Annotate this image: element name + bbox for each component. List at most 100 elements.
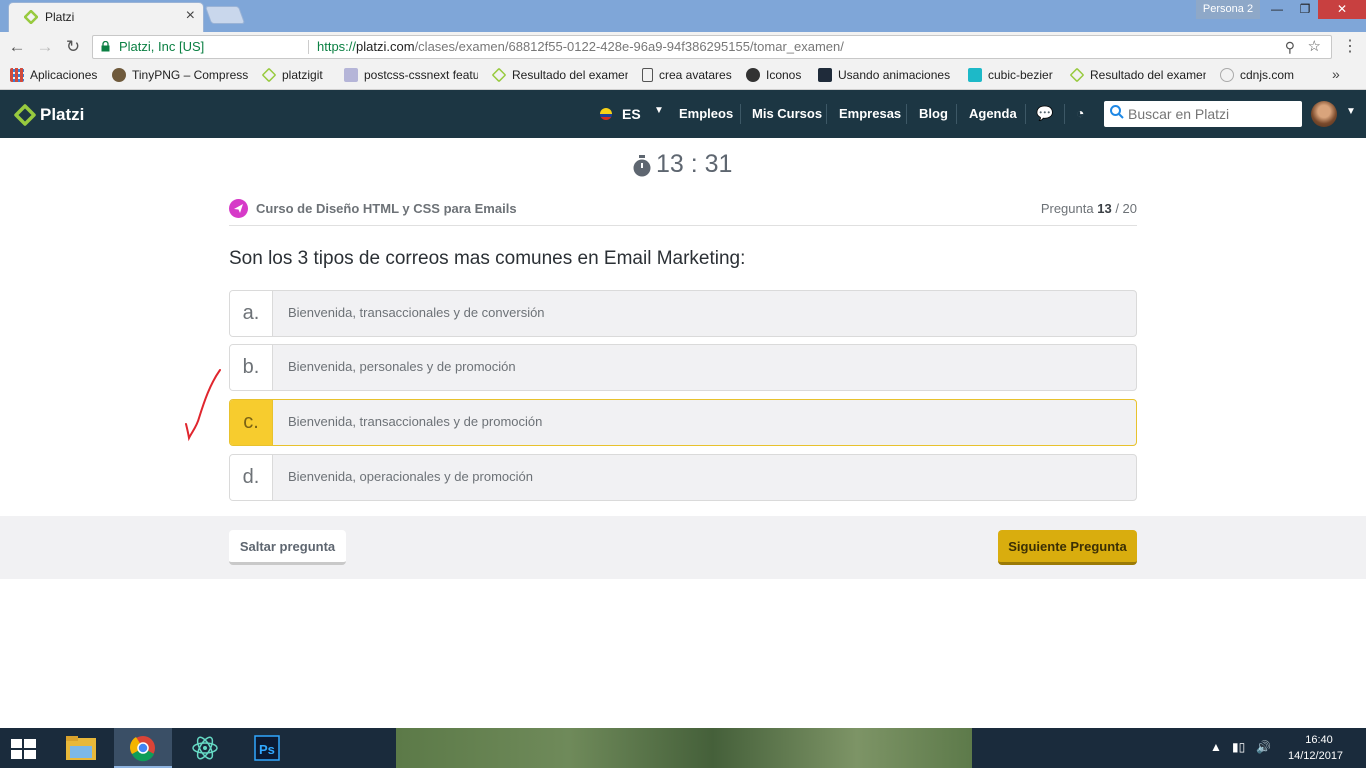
bookmarks-bar: Aplicaciones TinyPNG – Compress platzigi… bbox=[0, 62, 1366, 90]
more-bookmarks-icon[interactable]: » bbox=[1332, 66, 1340, 82]
browser-menu-icon[interactable]: ⋮ bbox=[1340, 36, 1360, 56]
tab-close-icon[interactable]: × bbox=[186, 7, 195, 25]
bookmark-usando-animaciones[interactable]: Usando animaciones bbox=[818, 68, 954, 84]
nav-divider bbox=[956, 104, 957, 124]
svg-text:Ps: Ps bbox=[259, 742, 275, 757]
platzi-logo[interactable]: Platzi bbox=[14, 104, 84, 131]
checkmark-annotation-icon bbox=[185, 369, 221, 442]
secure-label: Platzi, Inc [US] bbox=[119, 39, 205, 54]
file-explorer-icon[interactable] bbox=[52, 728, 110, 768]
page-icon bbox=[642, 68, 653, 82]
answer-option-b[interactable]: b. Bienvenida, personales y de promoción bbox=[229, 344, 1137, 391]
panda-icon bbox=[112, 68, 126, 82]
chevron-down-icon[interactable]: ▼ bbox=[654, 105, 664, 116]
search-icon bbox=[1110, 105, 1124, 119]
back-icon[interactable]: ← bbox=[6, 36, 28, 58]
timer-value: 13 : 31 bbox=[656, 150, 733, 178]
curve-icon bbox=[968, 68, 982, 82]
taskbar-time[interactable]: 16:40 bbox=[1294, 734, 1344, 746]
tab-title: Platzi bbox=[45, 10, 75, 24]
option-letter: a. bbox=[230, 291, 273, 336]
atom-icon[interactable] bbox=[176, 728, 234, 768]
bookmark-star-icon[interactable]: ☆ bbox=[1308, 36, 1321, 58]
lock-icon bbox=[101, 41, 110, 52]
exam-actions-bar bbox=[0, 516, 1366, 579]
skip-question-button[interactable]: Saltar pregunta bbox=[229, 530, 346, 565]
omnibox-divider bbox=[308, 40, 309, 54]
nav-mis-cursos[interactable]: Mis Cursos bbox=[752, 106, 822, 121]
avatar[interactable] bbox=[1311, 101, 1337, 127]
volume-icon[interactable]: 🔊 bbox=[1256, 740, 1271, 754]
option-text: Bienvenida, personales y de promoción bbox=[288, 359, 516, 374]
option-letter: b. bbox=[230, 345, 273, 390]
nav-empresas[interactable]: Empresas bbox=[839, 106, 901, 121]
platzi-logo-icon bbox=[14, 104, 36, 126]
bookmark-cubic-bezier[interactable]: cubic-bezier bbox=[968, 68, 1058, 84]
photoshop-icon[interactable]: Ps bbox=[238, 728, 296, 768]
nav-blog[interactable]: Blog bbox=[919, 106, 948, 121]
apps-grid-icon bbox=[10, 68, 24, 82]
binoculars-icon bbox=[746, 68, 760, 82]
url-field[interactable]: Platzi, Inc [US] https://platzi.com/clas… bbox=[92, 35, 1332, 59]
profile-button[interactable]: Persona 2 bbox=[1196, 0, 1260, 19]
site-search bbox=[1104, 101, 1302, 127]
platzi-favicon-icon bbox=[24, 10, 38, 24]
nav-agenda[interactable]: Agenda bbox=[969, 106, 1017, 121]
chrome-icon[interactable] bbox=[114, 728, 172, 768]
platzi-icon bbox=[1070, 68, 1085, 83]
nav-empleos[interactable]: Empleos bbox=[679, 106, 733, 121]
bookmark-iconos[interactable]: Iconos bbox=[746, 68, 808, 84]
bookmark-postcss[interactable]: postcss-cssnext featu bbox=[344, 68, 478, 84]
chat-bubble-icon[interactable]: 💬 bbox=[1036, 105, 1053, 122]
address-bar: ← → ↻ Platzi, Inc [US] https://platzi.co… bbox=[0, 32, 1366, 62]
new-tab-button[interactable] bbox=[204, 6, 246, 24]
bookmark-tinypng[interactable]: TinyPNG – Compress bbox=[112, 68, 248, 84]
bookmark-cdnjs[interactable]: cdnjs.com bbox=[1220, 68, 1304, 84]
answer-option-d[interactable]: d. Bienvenida, operacionales y de promoc… bbox=[229, 454, 1137, 501]
nav-divider bbox=[906, 104, 907, 124]
cdnjs-icon bbox=[1220, 68, 1234, 82]
url-text: https://platzi.com/clases/examen/68812f5… bbox=[317, 39, 844, 54]
answer-option-a[interactable]: a. Bienvenida, transaccionales y de conv… bbox=[229, 290, 1137, 337]
next-question-button[interactable]: Siguiente Pregunta bbox=[998, 530, 1137, 565]
battery-icon[interactable]: ▮▯ bbox=[1232, 740, 1245, 754]
close-window-icon[interactable]: ✕ bbox=[1318, 0, 1366, 19]
option-text: Bienvenida, transaccionales y de promoci… bbox=[288, 414, 543, 429]
bookmark-aplicaciones[interactable]: Aplicaciones bbox=[10, 68, 106, 84]
taskbar-date[interactable]: 14/12/2017 bbox=[1288, 750, 1343, 762]
bookmark-resultado-1[interactable]: Resultado del examen bbox=[492, 68, 628, 84]
browser-titlebar: Platzi × Persona 2 — ❐ ✕ bbox=[0, 0, 1366, 32]
platzi-icon bbox=[492, 68, 507, 83]
course-header: Curso de Diseño HTML y CSS para Emails P… bbox=[229, 196, 1137, 226]
postcss-icon bbox=[344, 68, 358, 82]
bookmark-resultado-2[interactable]: Resultado del examen bbox=[1070, 68, 1206, 84]
forward-icon[interactable]: → bbox=[34, 36, 56, 58]
tab-platzi[interactable]: Platzi × bbox=[8, 2, 204, 32]
restore-icon[interactable]: ❐ bbox=[1290, 0, 1320, 19]
answer-option-c[interactable]: c. Bienvenida, transaccionales y de prom… bbox=[229, 399, 1137, 446]
windows-taskbar: Ps ▲ ▮▯ 🔊 16:40 14/12/2017 bbox=[0, 728, 1366, 768]
course-badge-icon bbox=[229, 199, 248, 218]
desktop-wallpaper bbox=[396, 728, 972, 768]
bookmark-crea-avatares[interactable]: crea avatares bbox=[642, 68, 738, 84]
option-letter: d. bbox=[230, 455, 273, 500]
stopwatch-icon bbox=[633, 155, 651, 177]
zoom-icon[interactable]: ⚲ bbox=[1285, 36, 1295, 58]
reload-icon[interactable]: ↻ bbox=[62, 36, 84, 58]
notifications-icon[interactable]: ◔ bbox=[1076, 105, 1084, 121]
platzi-icon bbox=[262, 68, 277, 83]
animation-icon bbox=[818, 68, 832, 82]
chevron-down-icon[interactable]: ▼ bbox=[1346, 106, 1356, 117]
bookmark-platzigit[interactable]: platzigit bbox=[262, 68, 334, 84]
question-counter: Pregunta 13 / 20 bbox=[1040, 201, 1137, 216]
site-navbar: Platzi ES ▼ Empleos Mis Cursos Empresas … bbox=[0, 90, 1366, 138]
option-text: Bienvenida, transaccionales y de convers… bbox=[288, 305, 545, 320]
nav-divider bbox=[1064, 104, 1065, 124]
language-selector[interactable]: ES bbox=[622, 106, 641, 122]
minimize-icon[interactable]: — bbox=[1262, 0, 1292, 19]
option-text: Bienvenida, operacionales y de promoción bbox=[288, 469, 533, 484]
logo-text: Platzi bbox=[40, 105, 85, 124]
search-input[interactable] bbox=[1128, 104, 1296, 124]
tray-overflow-icon[interactable]: ▲ bbox=[1210, 740, 1222, 754]
windows-start-icon[interactable] bbox=[10, 738, 38, 760]
